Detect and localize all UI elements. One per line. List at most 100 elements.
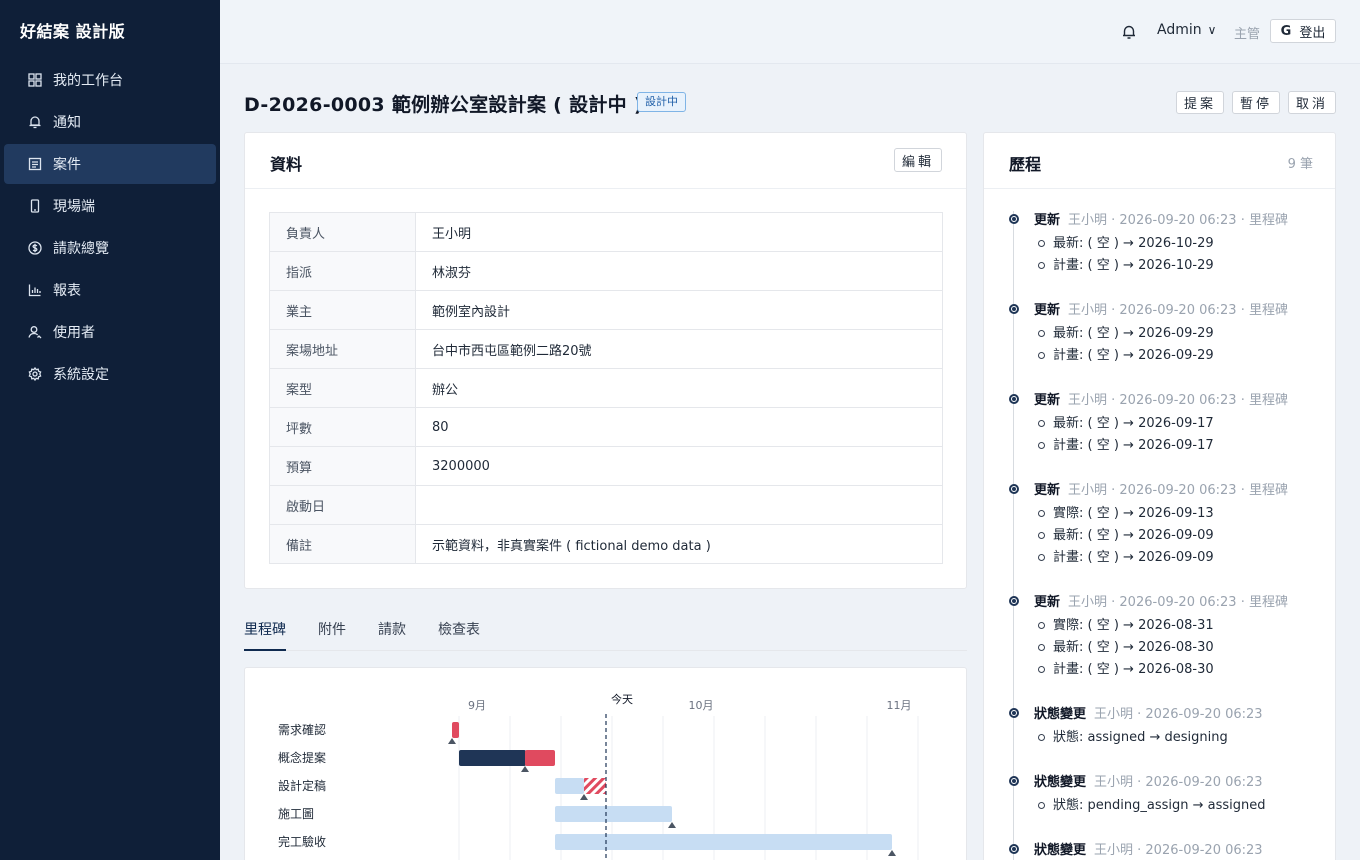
history-meta: 王小明 · 2026-09-20 06:23 xyxy=(1094,843,1263,858)
pause-button[interactable]: 暫停 xyxy=(1232,91,1280,114)
sidebar-item-workspace[interactable]: 我的工作台 xyxy=(4,60,216,100)
gantt-bar-overdue[interactable] xyxy=(584,778,606,794)
table-row: 備註 示範資料，非真實案件 ( fictional demo data ) xyxy=(269,524,943,564)
history-change: 最新: ( 空 ) → 2026-09-09 xyxy=(1038,527,1214,549)
history-change: 計畫: ( 空 ) → 2026-09-17 xyxy=(1038,437,1214,459)
gantt-row-label: 設計定稿 xyxy=(278,778,326,793)
history-changes: 最新: ( 空 ) → 2026-09-29 計畫: ( 空 ) → 2026-… xyxy=(1038,325,1214,369)
gantt-bar-planned[interactable] xyxy=(555,778,584,794)
history-change: 狀態: assigned → designing xyxy=(1038,729,1228,751)
history-action: 狀態變更 xyxy=(1034,775,1087,790)
user-name: Admin xyxy=(1157,22,1202,38)
gantt-marker xyxy=(888,850,896,856)
history-change: 最新: ( 空 ) → 2026-10-29 xyxy=(1038,235,1214,257)
sidebar-item-settings[interactable]: 系統設定 xyxy=(4,354,216,394)
table-row: 指派 林淑芬 xyxy=(269,251,943,291)
field-key: 負責人 xyxy=(269,212,416,252)
gantt-chart: 9月 10月 11月 今天 需求確認 概念提案 設計定稿 施工圖 完工驗收 xyxy=(278,692,919,860)
field-value: 示範資料，非真實案件 ( fictional demo data ) xyxy=(432,538,711,554)
history-change: 計畫: ( 空 ) → 2026-09-29 xyxy=(1038,347,1214,369)
timeline-dot-icon xyxy=(1009,708,1019,718)
sidebar-item-reports[interactable]: 報表 xyxy=(4,270,216,310)
history-change: 最新: ( 空 ) → 2026-09-17 xyxy=(1038,415,1214,437)
gantt-bar-delay[interactable] xyxy=(525,750,555,766)
history-title: 歷程 xyxy=(1009,155,1042,174)
sidebar-item-cases[interactable]: 案件 xyxy=(4,144,216,184)
history-action: 更新 xyxy=(1034,595,1061,610)
sidebar-item-label: 我的工作台 xyxy=(53,73,123,89)
sidebar-item-notifications[interactable]: 通知 xyxy=(4,102,216,142)
field-value: 台中市西屯區範例二路20號 xyxy=(415,329,943,369)
gantt-row-label: 施工圖 xyxy=(278,807,314,821)
table-row: 案型 辦公 xyxy=(269,368,943,408)
field-key: 預算 xyxy=(269,446,416,486)
history-change: 最新: ( 空 ) → 2026-08-30 xyxy=(1038,639,1214,661)
history-change: 計畫: ( 空 ) → 2026-09-09 xyxy=(1038,549,1214,571)
tab-billing[interactable]: 請款 xyxy=(378,619,406,651)
logout-button[interactable]: G 登出 xyxy=(1270,19,1336,43)
history-changes: 最新: ( 空 ) → 2026-09-17 計畫: ( 空 ) → 2026-… xyxy=(1038,415,1214,459)
timeline-dot-icon xyxy=(1009,394,1019,404)
sidebar-item-label: 報表 xyxy=(53,283,81,299)
tab-checklist[interactable]: 檢查表 xyxy=(438,619,480,651)
timeline-dot-icon xyxy=(1009,596,1019,606)
gantt-marker xyxy=(448,738,456,744)
info-card-header: 資料 編輯 xyxy=(245,133,966,189)
notification-bell-icon[interactable] xyxy=(1122,24,1136,40)
gantt-bar-planned[interactable] xyxy=(555,806,672,822)
cancel-button[interactable]: 取消 xyxy=(1288,91,1336,114)
sidebar-item-label: 使用者 xyxy=(53,325,95,341)
field-key: 案型 xyxy=(269,368,416,408)
gantt-bar-actual[interactable] xyxy=(459,750,526,766)
history-card: 歷程 9 筆 更新 王小明 · 2026-09-20 06:23 · 里程碑 最新… xyxy=(983,132,1336,860)
history-count: 9 筆 xyxy=(1287,157,1313,172)
gantt-row-label: 需求確認 xyxy=(278,722,326,737)
sidebar-item-users[interactable]: 使用者 xyxy=(4,312,216,352)
history-change: 計畫: ( 空 ) → 2026-10-29 xyxy=(1038,257,1214,279)
tab-milestones[interactable]: 里程碑 xyxy=(244,619,286,651)
sidebar-item-billing[interactable]: 請款總覽 xyxy=(4,228,216,268)
field-value: 辦公 xyxy=(415,368,943,408)
history-action: 更新 xyxy=(1034,393,1061,408)
sidebar-item-field[interactable]: 現場端 xyxy=(4,186,216,226)
sidebar-nav: 我的工作台 通知 案件 現場端 請款總覽 報表 使用者 系統設定 xyxy=(0,56,220,394)
topbar: Admin ∨ 主管 G 登出 xyxy=(220,0,1360,64)
history-change: 最新: ( 空 ) → 2026-09-29 xyxy=(1038,325,1214,347)
history-meta: 王小明 · 2026-09-20 06:23 · 里程碑 xyxy=(1068,595,1288,610)
history-meta: 王小明 · 2026-09-20 06:23 xyxy=(1094,775,1263,790)
edit-button[interactable]: 編輯 xyxy=(894,148,942,172)
gantt-row-label: 完工驗收 xyxy=(278,834,326,849)
sidebar: 好結案 設計版 我的工作台 通知 案件 現場端 請款總覽 報表 使用者 系統設定 xyxy=(0,0,220,860)
info-table: 負責人 王小明 指派 林淑芬 業主 範例室內設計 案場地址 台中市西屯區範例二路20號 … xyxy=(269,212,943,564)
gantt-marker xyxy=(668,822,676,828)
user-menu[interactable]: Admin ∨ xyxy=(1157,22,1216,38)
table-row: 預算 3200000 xyxy=(269,446,943,486)
gantt-bar-delay[interactable] xyxy=(452,722,459,738)
google-icon: G xyxy=(1280,23,1292,39)
tab-attachments[interactable]: 附件 xyxy=(318,619,346,651)
history-action: 更新 xyxy=(1034,213,1061,228)
history-change: 實際: ( 空 ) → 2026-09-13 xyxy=(1038,505,1214,527)
user-role: 主管 xyxy=(1234,27,1261,42)
table-row: 啟動日 xyxy=(269,485,943,525)
gear-icon xyxy=(28,367,42,381)
info-card: 資料 編輯 負責人 王小明 指派 林淑芬 業主 範例室內設計 案場地址 台中市西屯區範例… xyxy=(244,132,967,589)
timeline-dot-icon xyxy=(1009,214,1019,224)
table-row: 案場地址 台中市西屯區範例二路20號 xyxy=(269,329,943,369)
history-changes: 狀態: pending_assign → assigned xyxy=(1038,797,1266,819)
field-value xyxy=(415,485,943,525)
document-icon xyxy=(28,157,42,171)
field-key: 案場地址 xyxy=(269,329,416,369)
history-action: 更新 xyxy=(1034,483,1061,498)
gantt-card: 9月 10月 11月 今天 需求確認 概念提案 設計定稿 施工圖 完工驗收 xyxy=(244,667,967,860)
field-key: 啟動日 xyxy=(269,485,416,525)
gantt-marker xyxy=(521,766,529,772)
sidebar-item-label: 現場端 xyxy=(53,199,95,215)
field-value: 3200000 xyxy=(415,446,943,486)
propose-button[interactable]: 提案 xyxy=(1176,91,1224,114)
timeline-dot-icon xyxy=(1009,844,1019,854)
table-row: 業主 範例室內設計 xyxy=(269,290,943,330)
history-changes: 狀態: assigned → designing xyxy=(1038,729,1228,751)
table-row: 負責人 王小明 xyxy=(269,212,943,252)
mobile-icon xyxy=(28,199,42,213)
